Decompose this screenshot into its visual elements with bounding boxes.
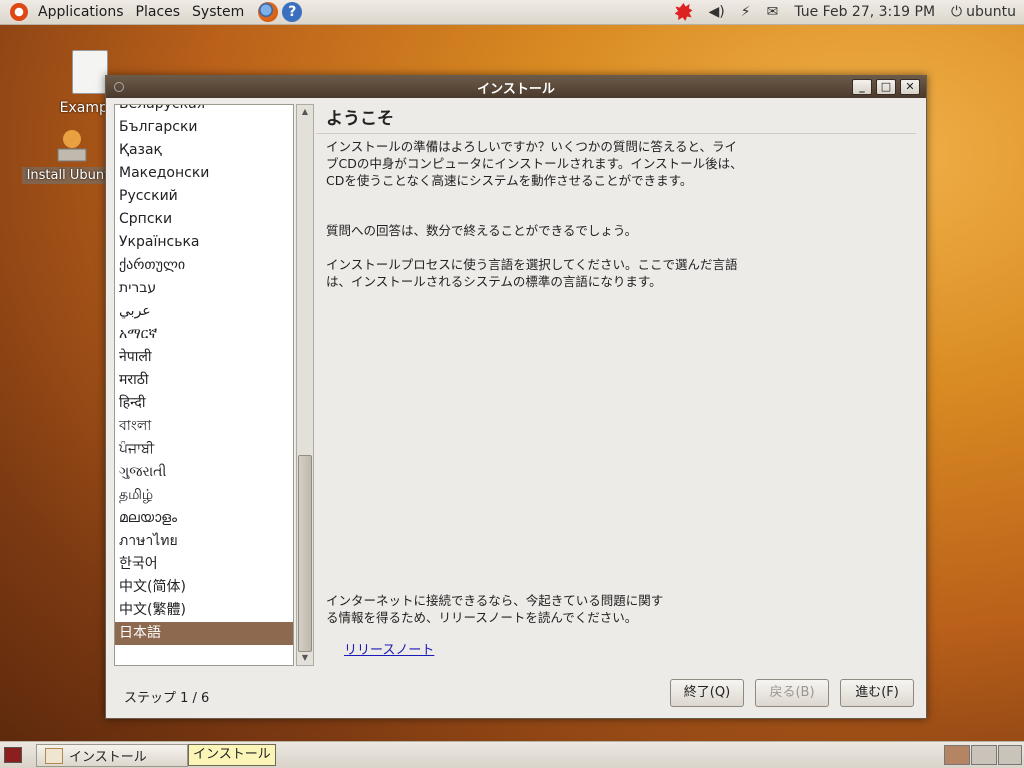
help-icon[interactable]: ? <box>282 2 303 22</box>
user-name: ubuntu <box>966 4 1016 20</box>
window-menu-icon[interactable] <box>114 82 124 92</box>
language-option[interactable]: नेपाली <box>115 346 293 369</box>
network-icon[interactable]: ⚡ <box>741 4 751 20</box>
taskbar-button-installer[interactable]: インストール <box>36 744 188 767</box>
forward-button[interactable]: 進む(F) <box>840 679 914 707</box>
ubuntu-logo-icon[interactable] <box>10 3 28 21</box>
language-option[interactable]: Македонски <box>115 162 293 185</box>
installer-task-icon <box>45 747 63 764</box>
user-switcher[interactable]: ⏻ ubuntu <box>951 4 1016 20</box>
scroll-up-icon[interactable]: ▲ <box>297 105 313 119</box>
language-option[interactable]: मराठी <box>115 369 293 392</box>
minimize-button[interactable]: _ <box>852 79 872 95</box>
menu-system[interactable]: System <box>186 0 250 24</box>
document-icon <box>72 50 108 94</box>
maximize-button[interactable]: □ <box>876 79 896 95</box>
language-option[interactable]: 日本語 <box>115 622 293 645</box>
language-list[interactable]: Беларуская Български Қазақ Македонски Русски… <box>114 104 294 666</box>
welcome-heading: ようこそ <box>316 104 916 134</box>
mail-icon[interactable]: ✉ <box>767 4 779 20</box>
trash-icon[interactable] <box>998 745 1022 765</box>
language-option[interactable]: മലയാളം <box>115 507 293 530</box>
language-option[interactable]: عربي <box>115 300 293 323</box>
window-title: インストール <box>477 81 555 97</box>
release-notes-text: インターネットに接続できるなら、今起きている問題に関する情報を得るため、リリース… <box>326 593 664 625</box>
welcome-pane: ようこそ インストールの準備はよろしいですか？いくつかの質問に答えると、ライブC… <box>316 104 916 664</box>
show-desktop-icon[interactable] <box>4 747 22 763</box>
language-option[interactable]: 한국어 <box>115 553 293 576</box>
menu-applications[interactable]: Applications <box>32 0 130 24</box>
language-option[interactable]: ภาษาไทย <box>115 530 293 553</box>
language-option[interactable]: বাংলা <box>115 415 293 438</box>
language-option[interactable]: ગુજરાતી <box>115 461 293 484</box>
language-instruction-text: インストールプロセスに使う言語を選択してください。ここで選んだ言語は、インストー… <box>326 257 738 289</box>
language-option[interactable]: தமிழ் <box>115 484 293 507</box>
bottom-panel: インストール インストール <box>0 741 1024 768</box>
language-option[interactable]: Русский <box>115 185 293 208</box>
quit-button[interactable]: 終了(Q) <box>670 679 744 707</box>
clock[interactable]: Tue Feb 27, 3:19 PM <box>794 4 935 20</box>
back-button[interactable]: 戻る(B) <box>755 679 829 707</box>
language-option[interactable]: हिन्दी <box>115 392 293 415</box>
language-option[interactable]: Українська <box>115 231 293 254</box>
release-notes-link[interactable]: リリースノート <box>344 639 434 658</box>
task-label: インストール <box>69 750 147 765</box>
menu-places[interactable]: Places <box>130 0 187 24</box>
language-option[interactable]: ਪੰਜਾਬੀ <box>115 438 293 461</box>
language-option[interactable]: አማርኛ <box>115 323 293 346</box>
task-tooltip: インストール <box>188 744 276 766</box>
installer-icon <box>52 125 92 165</box>
language-list-scrollbar[interactable]: ▲ ▼ <box>296 104 314 666</box>
top-panel: Applications Places System ? ◀) ⚡ ✉ Tue … <box>0 0 1024 25</box>
scrollbar-thumb[interactable] <box>298 455 312 652</box>
update-notifier-icon[interactable] <box>674 3 693 21</box>
intro-text: インストールの準備はよろしいですか？いくつかの質問に答えると、ライブCDの中身が… <box>326 139 743 188</box>
firefox-icon[interactable] <box>258 2 279 22</box>
language-option[interactable]: Српски <box>115 208 293 231</box>
power-icon: ⏻ <box>951 4 963 20</box>
volume-icon[interactable]: ◀) <box>709 4 725 20</box>
language-option[interactable]: Беларуская <box>115 105 293 116</box>
language-option[interactable]: 中文(简体) <box>115 576 293 599</box>
window-titlebar[interactable]: インストール _ □ ✕ <box>106 76 926 98</box>
duration-text: 質問への回答は、数分で終えることができるでしょう。 <box>326 223 638 238</box>
language-option[interactable]: Български <box>115 116 293 139</box>
language-option[interactable]: 中文(繁體) <box>115 599 293 622</box>
system-tray: ◀) ⚡ ✉ Tue Feb 27, 3:19 PM ⏻ ubuntu <box>667 0 1024 24</box>
installer-window: インストール _ □ ✕ Беларуская Български Қазақ Мак… <box>105 75 927 719</box>
language-option[interactable]: עברית <box>115 277 293 300</box>
close-button[interactable]: ✕ <box>900 79 920 95</box>
workspace-2[interactable] <box>971 745 997 765</box>
language-option[interactable]: ქართული <box>115 254 293 277</box>
workspace-1[interactable] <box>944 745 970 765</box>
language-option[interactable]: Қазақ <box>115 139 293 162</box>
step-indicator: ステップ 1 / 6 <box>124 691 210 706</box>
scroll-down-icon[interactable]: ▼ <box>297 651 313 665</box>
